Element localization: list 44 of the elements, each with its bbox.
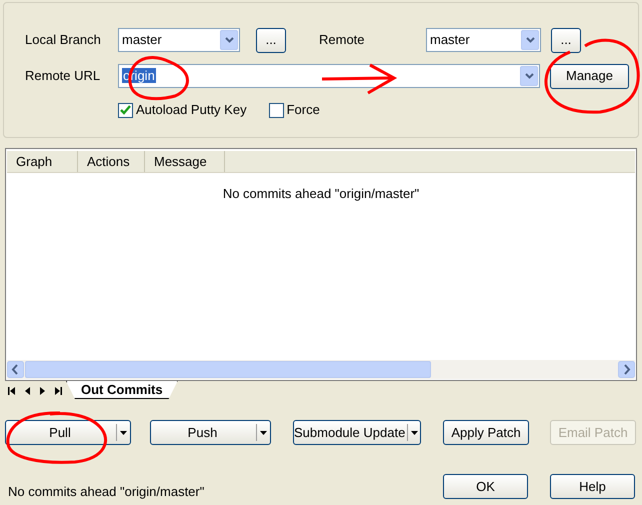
scroll-thumb[interactable] [25,361,431,378]
tab[interactable]: Out Commits [66,381,178,399]
checkbox[interactable] [118,102,133,118]
next-page-icon[interactable] [40,387,45,395]
caret-icon[interactable] [120,430,127,434]
previous-page-icon[interactable] [25,387,30,395]
chevron-down-icon [526,37,534,43]
split-button[interactable]: Pull [5,420,131,445]
field-label: Remote [319,31,366,50]
chevron-down-icon [224,37,234,43]
action-button[interactable]: Apply Patch [443,420,529,445]
dropdown-button[interactable] [521,30,539,50]
scroll-left-icon[interactable] [7,361,24,378]
action-button: Email Patch [550,420,636,445]
browse-button[interactable]: ... [256,28,286,52]
dropdown-field[interactable]: master [118,28,240,52]
checkbox-label: Force [286,101,320,120]
dialog-button[interactable]: OK [443,474,528,499]
checkbox-label: Autoload Putty Key [136,101,247,120]
scroll-right-icon[interactable] [618,361,635,378]
caret-icon[interactable] [260,430,267,434]
column-header[interactable]: Message [145,151,225,172]
split-button[interactable]: Submodule Update [293,420,421,445]
dialog-button[interactable]: Help [550,474,635,499]
dropdown-button[interactable] [220,30,238,50]
empty-message: No commits ahead "origin/master" [222,185,420,200]
dropdown-button[interactable] [520,66,538,86]
field-label: Local Branch [25,31,102,50]
chevron-down-icon [524,73,534,79]
status-text: No commits ahead "origin/master" [8,483,206,501]
dropdown-field[interactable]: master [426,28,541,52]
field-value: master [430,32,470,48]
field-label: Remote URL [25,67,102,86]
field-value: master [122,32,162,48]
last-page-icon[interactable] [55,387,62,395]
first-page-icon[interactable] [8,387,15,395]
horizontal-scrollbar[interactable] [7,360,635,379]
column-header[interactable]: Actions [78,151,145,172]
checkbox[interactable] [268,102,284,118]
caret-icon[interactable] [410,430,418,434]
browse-button[interactable]: ... [551,28,581,52]
column-header[interactable]: Graph [7,151,78,172]
split-button[interactable]: Push [150,420,271,445]
manage-button[interactable]: Manage [550,64,629,88]
